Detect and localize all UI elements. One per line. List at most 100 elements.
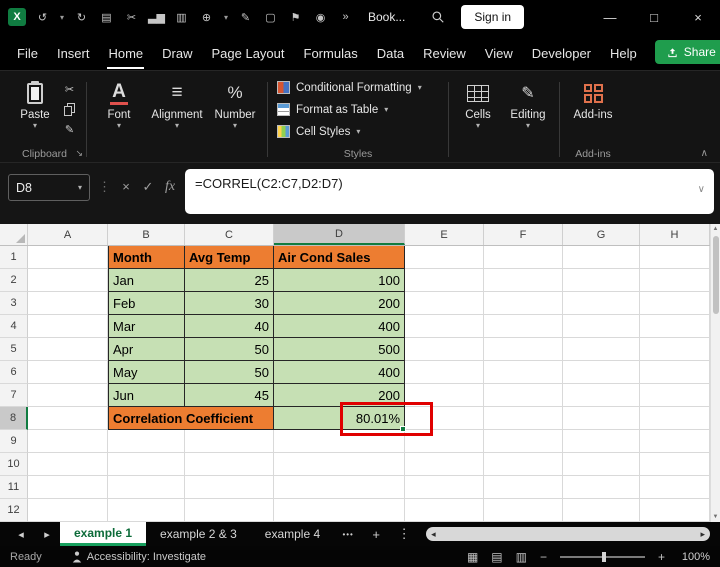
cell[interactable] [28, 430, 108, 453]
cell[interactable] [28, 476, 108, 499]
cell-C5[interactable]: 50 [185, 338, 274, 361]
col-header-D[interactable]: D [274, 224, 405, 245]
cell-C7[interactable]: 45 [185, 384, 274, 407]
name-box[interactable]: D8 ▾ [8, 174, 90, 201]
tab-home[interactable]: Home [107, 36, 144, 69]
cell[interactable] [484, 338, 563, 361]
redo-icon[interactable]: ↻ [69, 11, 94, 24]
col-header-E[interactable]: E [405, 224, 484, 245]
sheet-tab-example-4[interactable]: example 4 [251, 522, 334, 546]
qat-overflow-icon[interactable]: » [333, 11, 358, 23]
zoom-level[interactable]: 100% [678, 551, 710, 563]
undo-dropdown-caret[interactable]: ▾ [55, 13, 69, 22]
collapse-ribbon-icon[interactable]: ∧ [701, 148, 708, 159]
cell[interactable] [28, 361, 108, 384]
tab-insert[interactable]: Insert [56, 36, 91, 69]
cell[interactable] [405, 407, 484, 430]
cell[interactable] [405, 246, 484, 269]
col-header-F[interactable]: F [484, 224, 563, 245]
cell[interactable] [563, 499, 640, 522]
cell-D6[interactable]: 400 [274, 361, 405, 384]
row-header-11[interactable]: 11 [0, 476, 28, 499]
cell[interactable] [640, 453, 710, 476]
cell[interactable] [640, 269, 710, 292]
cell-B7[interactable]: Jun [108, 384, 185, 407]
cell-B8[interactable]: Correlation Coefficient [108, 407, 274, 430]
cell[interactable] [274, 476, 405, 499]
hscroll-right-icon[interactable]: ▸ [700, 529, 705, 540]
format-painter-button[interactable]: ✎ [65, 123, 74, 136]
cell[interactable] [484, 430, 563, 453]
normal-view-icon[interactable]: ▦ [467, 550, 478, 564]
tab-help[interactable]: Help [609, 36, 638, 69]
maximize-button[interactable]: □ [632, 0, 676, 34]
cell[interactable] [274, 453, 405, 476]
cell[interactable] [640, 499, 710, 522]
row-header-9[interactable]: 9 [0, 430, 28, 453]
row-header-6[interactable]: 6 [0, 361, 28, 384]
cell[interactable] [405, 315, 484, 338]
formula-input[interactable]: =CORREL(C2:C7,D2:D7) ∨ [185, 169, 714, 214]
cell[interactable] [563, 361, 640, 384]
cell[interactable] [28, 384, 108, 407]
cell[interactable] [640, 476, 710, 499]
cell[interactable] [405, 384, 484, 407]
col-header-G[interactable]: G [563, 224, 640, 245]
tab-review[interactable]: Review [422, 36, 467, 69]
cell[interactable] [274, 499, 405, 522]
col-header-C[interactable]: C [185, 224, 274, 245]
cell[interactable] [405, 453, 484, 476]
cut-icon[interactable]: ✂ [119, 11, 144, 24]
cell[interactable] [484, 453, 563, 476]
cell-C1[interactable]: Avg Temp [185, 246, 274, 269]
cell[interactable] [484, 361, 563, 384]
row-header-8[interactable]: 8 [0, 407, 28, 430]
row-header-3[interactable]: 3 [0, 292, 28, 315]
zoom-slider[interactable] [560, 551, 645, 563]
col-header-B[interactable]: B [108, 224, 185, 245]
cell[interactable] [640, 315, 710, 338]
col-header-A[interactable]: A [28, 224, 108, 245]
cell[interactable] [484, 315, 563, 338]
sheet-nav-right-icon[interactable]: ▸ [34, 522, 60, 546]
cell[interactable] [484, 384, 563, 407]
cell[interactable] [563, 384, 640, 407]
cell-B6[interactable]: May [108, 361, 185, 384]
minimize-button[interactable]: — [588, 0, 632, 34]
cell[interactable] [484, 407, 563, 430]
cell[interactable] [28, 453, 108, 476]
cell[interactable] [484, 476, 563, 499]
font-button[interactable]: A Font ▾ [92, 74, 146, 128]
cell[interactable] [563, 476, 640, 499]
cell[interactable] [185, 499, 274, 522]
cell-D4[interactable]: 400 [274, 315, 405, 338]
cell[interactable] [405, 430, 484, 453]
cell[interactable] [640, 338, 710, 361]
cell[interactable] [640, 384, 710, 407]
number-button[interactable]: % Number ▾ [208, 74, 262, 128]
cell[interactable] [28, 246, 108, 269]
sheet-tab-example-2-3[interactable]: example 2 & 3 [146, 522, 251, 546]
tab-view[interactable]: View [484, 36, 514, 69]
format-as-table-button[interactable]: Format as Table ▾ [273, 99, 443, 120]
insert-function-icon[interactable]: fx [163, 179, 177, 195]
row-header-2[interactable]: 2 [0, 269, 28, 292]
cell[interactable] [108, 453, 185, 476]
row-header-7[interactable]: 7 [0, 384, 28, 407]
addins-button[interactable]: Add-ins [565, 74, 621, 121]
cell[interactable] [405, 292, 484, 315]
bookmark-icon[interactable]: ⚑ [283, 11, 308, 24]
hscroll-left-icon[interactable]: ◂ [431, 529, 436, 540]
cell[interactable] [28, 407, 108, 430]
cell-C4[interactable]: 40 [185, 315, 274, 338]
clipboard-dialog-launcher-icon[interactable]: ↘ [75, 148, 83, 159]
cell[interactable] [28, 269, 108, 292]
close-button[interactable]: × [676, 0, 720, 34]
cell[interactable] [563, 269, 640, 292]
qat-dropdown-caret[interactable]: ▾ [219, 13, 233, 22]
paste-button[interactable]: Paste ▾ [8, 74, 62, 128]
cell[interactable] [108, 430, 185, 453]
cell-styles-button[interactable]: Cell Styles ▾ [273, 121, 443, 142]
cell[interactable] [484, 269, 563, 292]
col-header-H[interactable]: H [640, 224, 710, 245]
